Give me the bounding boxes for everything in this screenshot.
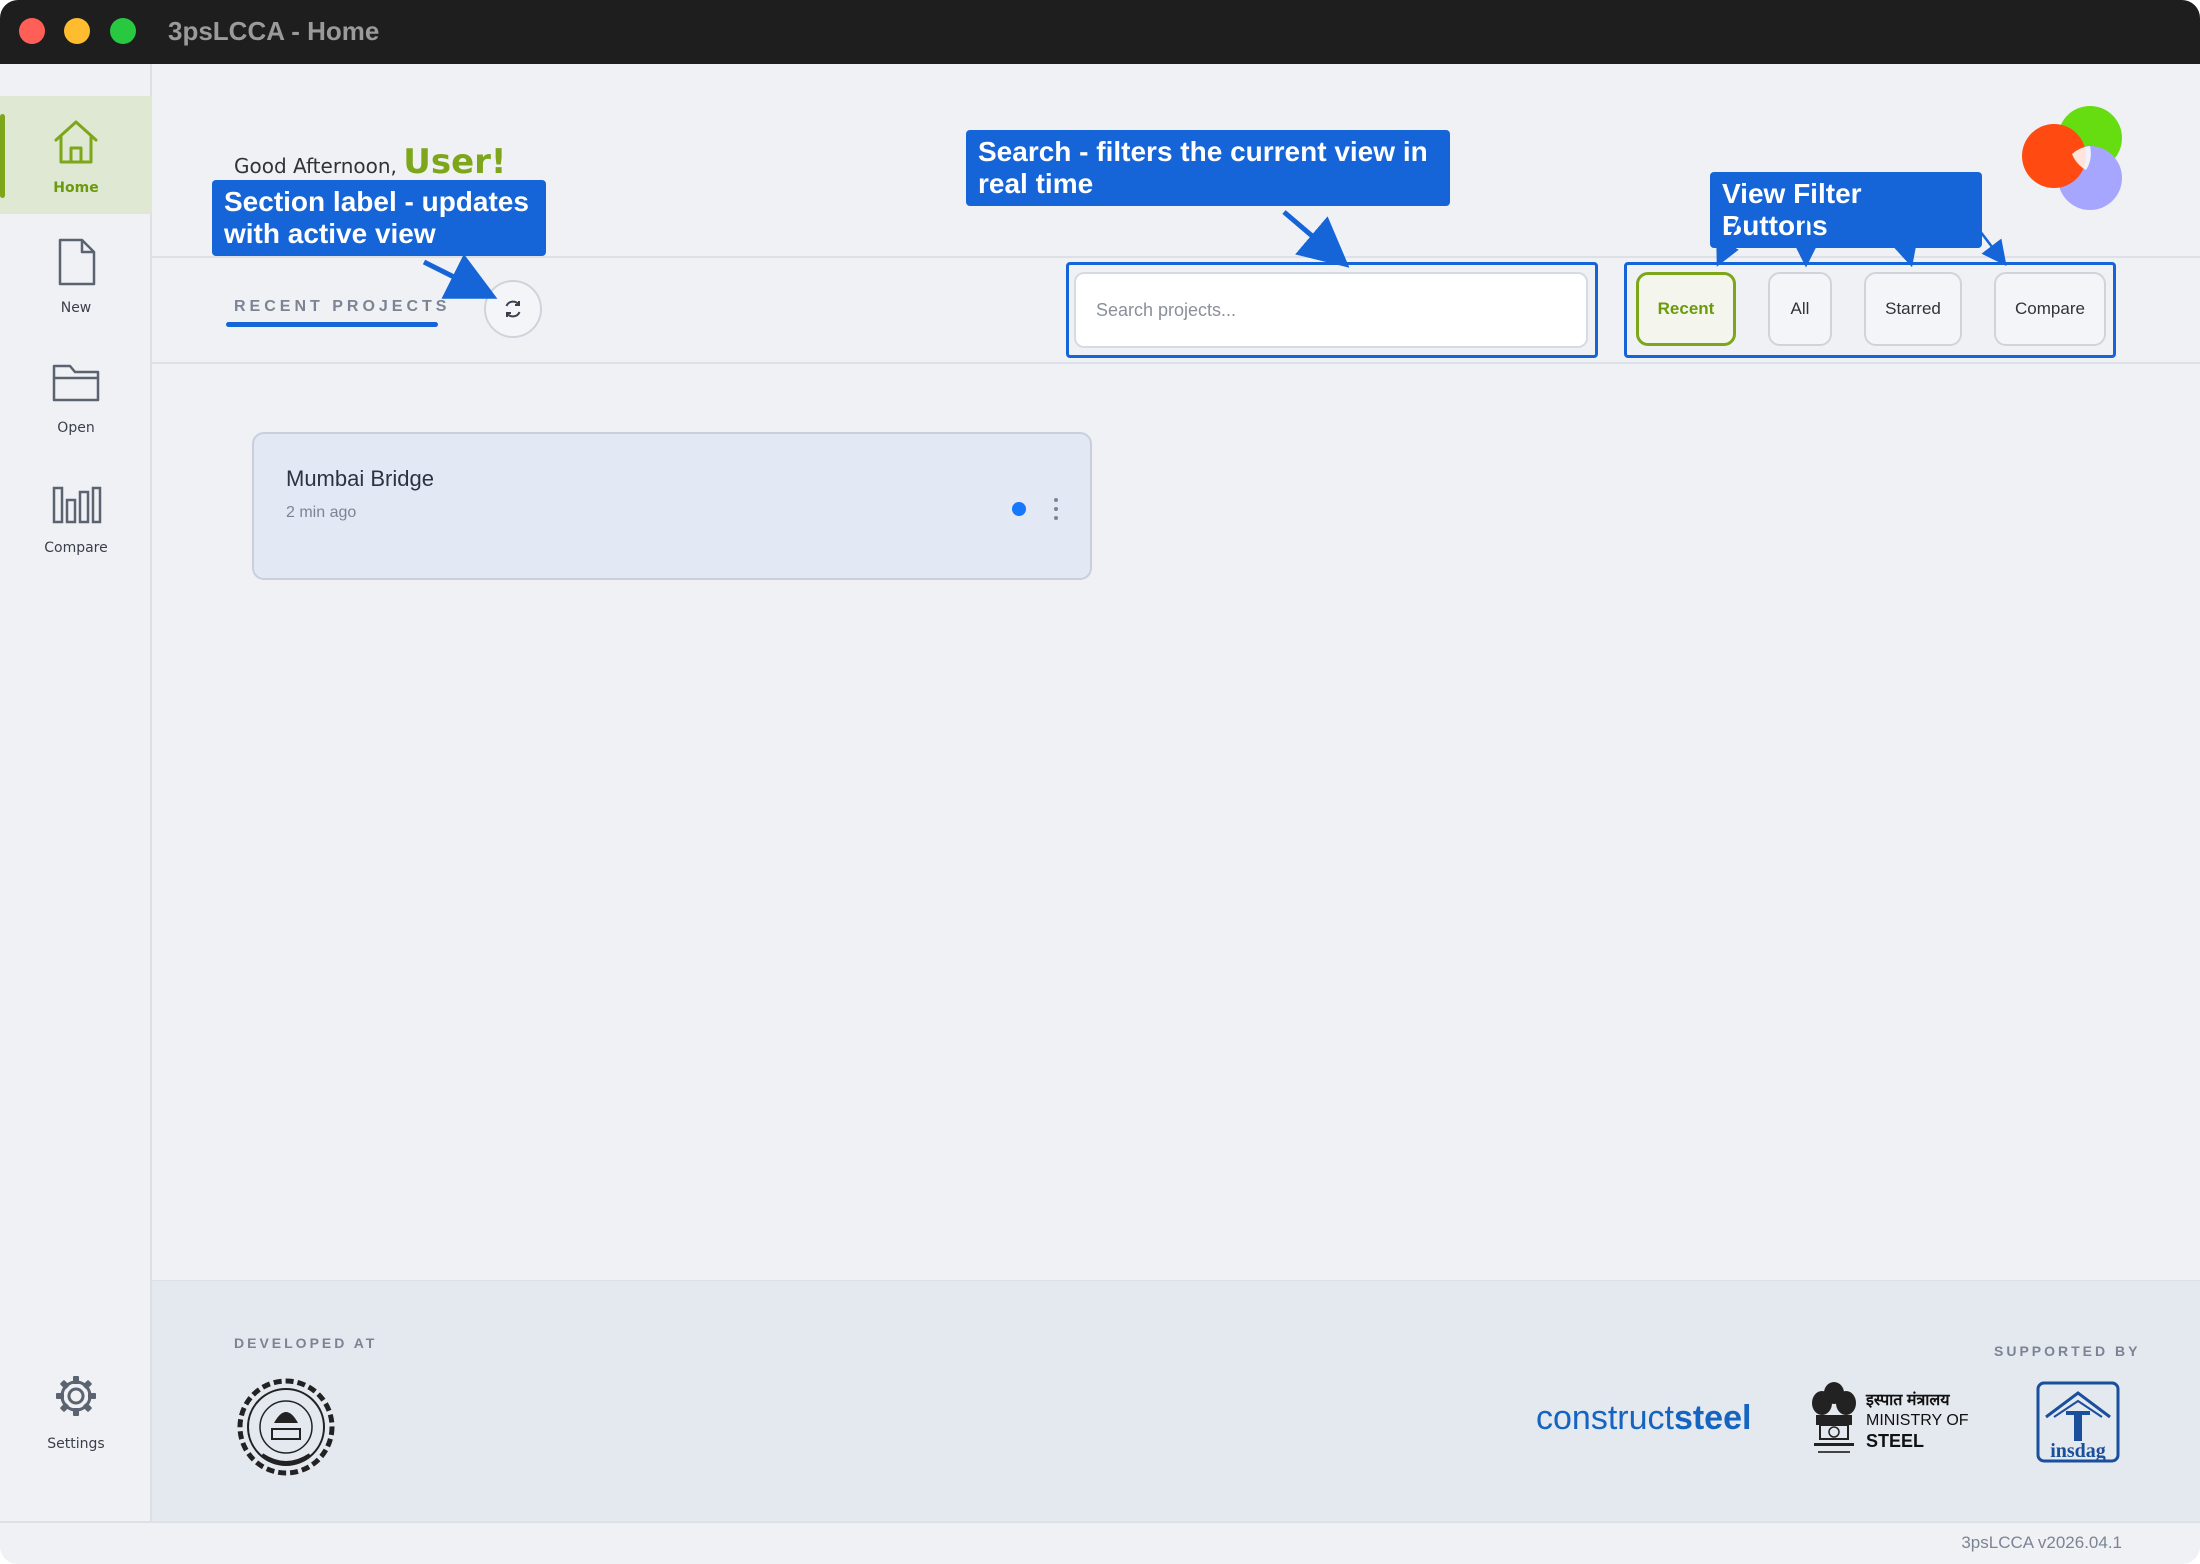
sidebar-item-settings[interactable]: Settings	[0, 1374, 152, 1484]
refresh-icon	[505, 300, 521, 318]
iit-bombay-logo	[237, 1378, 335, 1476]
more-options-icon[interactable]	[1052, 498, 1060, 520]
status-dot	[1012, 502, 1026, 516]
ministry-line1: MINISTRY OF	[1866, 1412, 1969, 1429]
search-callout: Search - filters the current view in rea…	[966, 130, 1450, 206]
sidebar-item-label: Settings	[47, 1436, 105, 1452]
sidebar-item-label: Open	[57, 420, 95, 436]
user-name: User!	[403, 142, 507, 182]
bar-chart-icon	[52, 486, 102, 524]
sidebar-item-label: Compare	[44, 540, 108, 556]
project-card[interactable]: Mumbai Bridge 2 min ago	[252, 432, 1092, 580]
section-label-callout: Section label - updates with active view	[212, 180, 546, 256]
toolbar-divider	[152, 362, 2200, 364]
sidebar-item-new[interactable]: New	[0, 216, 152, 334]
status-bar: 3psLCCA v2026.04.1	[0, 1521, 2200, 1564]
app-logo	[2022, 106, 2122, 210]
sidebar: Home New Open Compare Settings	[0, 64, 152, 1521]
project-time: 2 min ago	[286, 504, 357, 521]
ministry-hindi: इस्पात मंत्रालय	[1866, 1392, 1950, 1409]
ministry-of-steel-logo: इस्पात मंत्रालय MINISTRY OF STEEL	[1808, 1379, 1978, 1469]
national-emblem-icon	[1812, 1382, 1856, 1453]
search-highlight-box	[1066, 262, 1598, 358]
sidebar-item-compare[interactable]: Compare	[0, 456, 152, 574]
minimize-window-button[interactable]	[64, 18, 90, 44]
sidebar-item-label: New	[60, 300, 92, 316]
callout-line: Section label - updates	[224, 186, 529, 217]
window-title: 3psLCCA - Home	[168, 16, 380, 46]
ministry-text: इस्पात मंत्रालय MINISTRY OF STEEL	[1866, 1391, 1969, 1451]
supported-by-label: SUPPORTED BY	[1994, 1343, 2141, 1359]
callout-line: Search - filters the current view in	[978, 136, 1428, 167]
folder-icon	[52, 364, 100, 402]
insdag-logo: insdag	[2036, 1381, 2120, 1463]
constructsteel-bold: steel	[1673, 1399, 1752, 1437]
section-label: RECENT PROJECTS	[234, 298, 451, 315]
maximize-window-button[interactable]	[110, 18, 136, 44]
sidebar-item-open[interactable]: Open	[0, 336, 152, 454]
constructsteel-logo: constructsteel	[1536, 1399, 1751, 1438]
sidebar-item-label: Home	[53, 180, 99, 196]
filters-highlight-box	[1624, 262, 2116, 358]
footer: DEVELOPED AT SUPPORTED BY constructsteel	[152, 1280, 2200, 1521]
developed-at-label: DEVELOPED AT	[234, 1335, 378, 1351]
refresh-button[interactable]	[484, 280, 542, 338]
title-bar: 3psLCCA - Home	[0, 0, 2200, 64]
insdag-text: insdag	[2050, 1440, 2106, 1462]
home-icon	[54, 120, 98, 164]
project-name: Mumbai Bridge	[286, 466, 434, 491]
section-underline	[226, 322, 438, 327]
version-label: 3psLCCA v2026.04.1	[1961, 1533, 2122, 1552]
filters-callout: View Filter Buttons	[1710, 172, 1982, 248]
close-window-button[interactable]	[19, 18, 45, 44]
file-icon	[58, 238, 96, 286]
constructsteel-light: construct	[1536, 1399, 1674, 1437]
callout-line: real time	[978, 168, 1094, 199]
ministry-line2: STEEL	[1866, 1431, 1925, 1451]
sidebar-item-home[interactable]: Home	[0, 96, 152, 214]
callout-line: with active view	[224, 218, 436, 249]
gear-icon	[56, 1376, 96, 1416]
greeting-text: Good Afternoon,	[234, 154, 397, 178]
greeting: Good Afternoon, User!	[234, 142, 506, 182]
header-divider	[152, 256, 2200, 258]
app-window: 3psLCCA - Home Home New Open Compare Set…	[0, 0, 2200, 1564]
